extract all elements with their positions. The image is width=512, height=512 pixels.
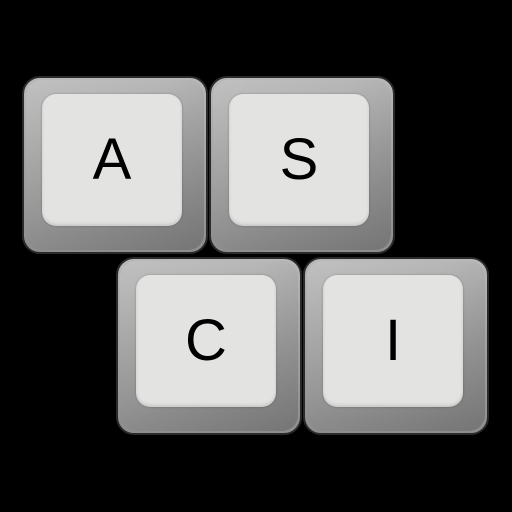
key-s-face: S — [229, 94, 369, 226]
key-i-face: I — [323, 275, 463, 407]
key-c-face: C — [136, 275, 276, 407]
key-c: C — [116, 257, 302, 435]
key-a: A — [22, 76, 208, 254]
key-c-label: C — [185, 308, 227, 373]
key-i-label: I — [384, 308, 402, 373]
key-a-label: A — [92, 127, 132, 192]
key-i: I — [303, 257, 489, 435]
key-s-label: S — [279, 127, 319, 192]
keyboard-keys-icon: A S C I — [0, 0, 512, 512]
key-a-face: A — [42, 94, 182, 226]
key-s: S — [209, 76, 395, 254]
